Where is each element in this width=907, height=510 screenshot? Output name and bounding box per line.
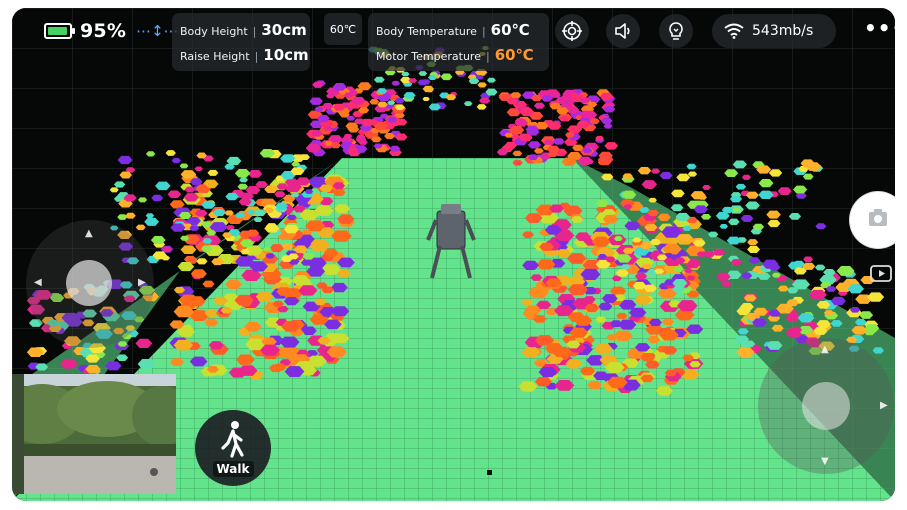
joystick-up-arrow-icon: ▲ [85, 228, 93, 239]
target-icon [562, 21, 582, 41]
left-joystick[interactable]: ▲ ◀ ▶ [26, 220, 154, 348]
camera-feed-image [12, 374, 176, 494]
speaker-button[interactable] [606, 14, 640, 48]
robot-control-view: 95% ⋯↕⋯ Body Height | 30cm Raise Height … [12, 8, 895, 501]
camera-icon [869, 209, 887, 226]
camera-preview[interactable] [12, 374, 176, 494]
battery-percent: 95% [80, 20, 127, 42]
record-video-icon [870, 265, 892, 282]
network-speed: 543mb/s [752, 23, 814, 39]
battery-status: 95% ⋯↕⋯ [44, 20, 179, 42]
walk-mode-button[interactable]: Walk [195, 410, 271, 486]
right-joystick[interactable]: ▲ ▼ ▶ [758, 338, 894, 474]
joystick-down-arrow-icon: ▼ [821, 456, 829, 467]
body-height-value: 30cm [261, 21, 307, 39]
body-height-label: Body Height [180, 25, 248, 38]
walk-label: Walk [212, 461, 254, 477]
raise-height-label: Raise Height [180, 50, 250, 63]
body-temperature-value: 60℃ [490, 21, 530, 39]
raise-height-value: 10cm [263, 46, 309, 64]
camera-button[interactable] [850, 192, 895, 248]
joystick-left-arrow-icon: ◀ [34, 277, 42, 288]
wifi-icon [724, 23, 744, 39]
joystick-right-arrow-icon: ▶ [880, 400, 888, 411]
target-button[interactable] [555, 14, 589, 48]
body-temperature-label: Body Temperature [376, 25, 477, 38]
lightbulb-icon [669, 22, 683, 40]
left-joystick-knob[interactable] [66, 260, 112, 306]
network-status: 543mb/s [712, 14, 836, 48]
battery-icon [44, 23, 75, 39]
right-joystick-knob[interactable] [802, 382, 850, 430]
speaker-icon [615, 23, 630, 39]
more-options-icon[interactable]: ••• [864, 16, 895, 40]
height-panel: Body Height | 30cm Raise Height | 10cm [172, 13, 310, 71]
motor-temperature-value: 60℃ [494, 46, 534, 64]
light-button[interactable] [659, 14, 693, 48]
joystick-up-arrow-icon: ▲ [821, 344, 829, 355]
motor-temperature-label: Motor Temperature [376, 50, 481, 63]
joystick-right-arrow-icon: ▶ [138, 277, 146, 288]
record-video-button[interactable] [868, 260, 894, 286]
temperature-panel: Body Temperature | 60℃ Motor Temperature… [368, 13, 549, 71]
temperature-chip: 60℃ [324, 13, 362, 45]
